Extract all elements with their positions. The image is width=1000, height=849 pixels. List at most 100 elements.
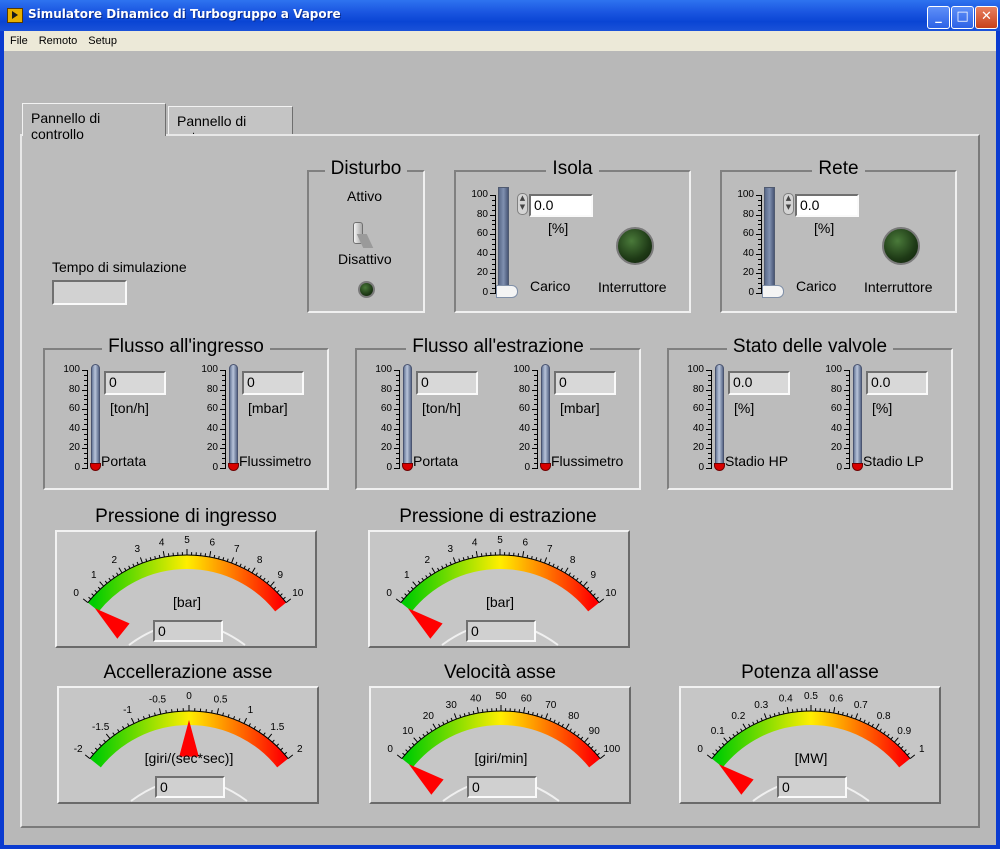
valvole-lp-scale-tickmark <box>844 468 850 469</box>
g4-title: Velocità asse <box>444 662 556 683</box>
g5-tick-label: 0.9 <box>897 726 911 737</box>
g2-minor-tick <box>449 561 452 565</box>
g1-minor-tick <box>94 589 98 593</box>
valvole-lp-scale-tick-80: 80 <box>830 383 842 395</box>
g2-minor-tick <box>568 572 571 576</box>
g3-tick <box>84 754 91 759</box>
g4-minor-tick <box>553 719 556 723</box>
g2-minor-tick <box>467 555 469 560</box>
g2-tick-label: 1 <box>404 570 410 581</box>
estrazione-flussimetro-scale-tick-80: 80 <box>518 383 530 395</box>
g3-minor-tick <box>258 729 261 733</box>
g5-minor-tick <box>886 733 890 737</box>
g5-tick-label: 0.4 <box>779 693 793 704</box>
g2-minor-tick <box>437 567 440 571</box>
window-title: Simulatore Dinamico di Turbogruppo a Vap… <box>28 7 341 21</box>
disturbo-toggle-switch[interactable] <box>352 222 374 248</box>
menu-remoto[interactable]: Remoto <box>33 31 83 47</box>
ingresso-flussimetro-tube <box>229 364 238 466</box>
g1-minor-tick <box>145 558 148 562</box>
estrazione-portata-tube <box>403 364 412 466</box>
g4-minor-tick <box>596 752 600 756</box>
rete-scale-tick-80: 80 <box>742 208 754 220</box>
tab-pannello-di-controllo[interactable]: Pannello di controllo <box>22 103 166 142</box>
rete-interruttore-label: Interruttore <box>864 279 933 295</box>
ingresso-flussimetro-scale-tick-80: 80 <box>206 383 218 395</box>
estrazione-flussimetro-value: 0 <box>554 371 616 395</box>
g1-tick <box>209 551 212 558</box>
rete-slider[interactable] <box>762 187 784 299</box>
g1-minor-tick <box>273 586 277 590</box>
g5-tick-label: 1 <box>919 744 925 755</box>
isola-slider-thumb[interactable] <box>496 285 518 298</box>
g4-minor-tick <box>446 719 449 723</box>
g3-minor-tick <box>154 712 156 716</box>
ingresso-flussimetro-scale-tick-20: 20 <box>206 442 218 454</box>
g2-minor-tick <box>441 565 444 569</box>
minimize-button[interactable]: _ <box>927 6 950 29</box>
g5-minor-tick <box>782 710 785 715</box>
g5-title: Potenza all'asse <box>741 662 879 683</box>
g2-tick-label: 5 <box>497 535 503 546</box>
g4-tick-label: 50 <box>495 691 507 702</box>
g1-minor-tick <box>276 589 280 593</box>
disturbo-title: Disturbo <box>324 158 408 179</box>
g5-minor-tick <box>859 717 862 721</box>
g4-tick <box>413 737 418 743</box>
estrazione-portata-scale-tick-0: 0 <box>386 462 392 473</box>
rete-spinner[interactable]: ▲ ▼ <box>783 193 794 215</box>
estrazione-portata-scale-tick-100: 100 <box>375 364 392 375</box>
g2-tick <box>583 581 588 587</box>
isola-spinner[interactable]: ▲ ▼ <box>517 193 528 215</box>
close-button[interactable]: ✕ <box>975 6 998 29</box>
g1-unit: [bar] <box>173 594 201 610</box>
g4-tick-label: 30 <box>446 700 458 711</box>
rete-slider-thumb[interactable] <box>762 285 784 298</box>
g4-minor-tick <box>402 752 406 756</box>
g4-minor-tick <box>430 728 433 732</box>
g3-minor-tick <box>148 714 151 718</box>
valvole-hp-tube <box>715 364 724 466</box>
g2-minor-tick <box>586 586 590 590</box>
g4-minor-tick <box>463 713 466 717</box>
g1-minor-tick <box>149 557 152 561</box>
tab-pannello-di-setup[interactable]: Pannello di setup <box>168 106 293 145</box>
g1-minor-tick <box>262 577 266 581</box>
estrazione-flussimetro-scale-tick-20: 20 <box>518 442 530 454</box>
estrazione-portata-bulb <box>402 463 413 471</box>
isola-slider[interactable] <box>496 187 518 299</box>
title-bar[interactable]: Simulatore Dinamico di Turbogruppo a Vap… <box>0 0 1000 31</box>
g1-minor-tick <box>108 577 112 581</box>
rete-value[interactable]: 0.0 <box>795 194 859 217</box>
g3-tick <box>105 733 111 739</box>
g5-minor-tick <box>778 711 780 716</box>
menu-file[interactable]: File <box>4 31 33 47</box>
g4-minor-tick <box>576 733 580 737</box>
g1-minor-tick <box>128 565 131 569</box>
g4-tick-label: 80 <box>568 711 580 722</box>
g3-minor-tick <box>117 729 120 733</box>
valvole-lp-label: Stadio LP <box>863 453 924 469</box>
ingresso-flussimetro-scale-tickmark <box>220 468 226 469</box>
g2-tick-label: 10 <box>605 588 617 599</box>
menu-setup[interactable]: Setup <box>82 31 122 47</box>
g5-minor-tick <box>756 719 759 723</box>
estrazione-flussimetro-scale-tick-40: 40 <box>518 422 530 434</box>
ingresso-portata-scale-tickmark <box>82 468 88 469</box>
sim-time-label: Tempo di simulazione <box>52 259 187 275</box>
maximize-button[interactable]: □ <box>951 6 974 29</box>
g3-title: Accellerazione asse <box>103 662 273 683</box>
g1-tick <box>139 557 143 564</box>
g1-minor-tick <box>104 580 108 584</box>
g5-tick <box>723 737 728 743</box>
estrazione-flussimetro-tube <box>541 364 550 466</box>
g4-minor-tick <box>426 731 429 735</box>
valvole-hp-scale-tick-0: 0 <box>698 462 704 473</box>
g4-tick-label: 40 <box>470 693 482 704</box>
g2-minor-tick <box>535 557 538 561</box>
g2-tick <box>395 598 402 603</box>
g5-minor-tick <box>890 736 894 740</box>
g3-minor-tick <box>90 751 94 755</box>
isola-value[interactable]: 0.0 <box>529 194 593 217</box>
g4-needle <box>408 764 444 795</box>
